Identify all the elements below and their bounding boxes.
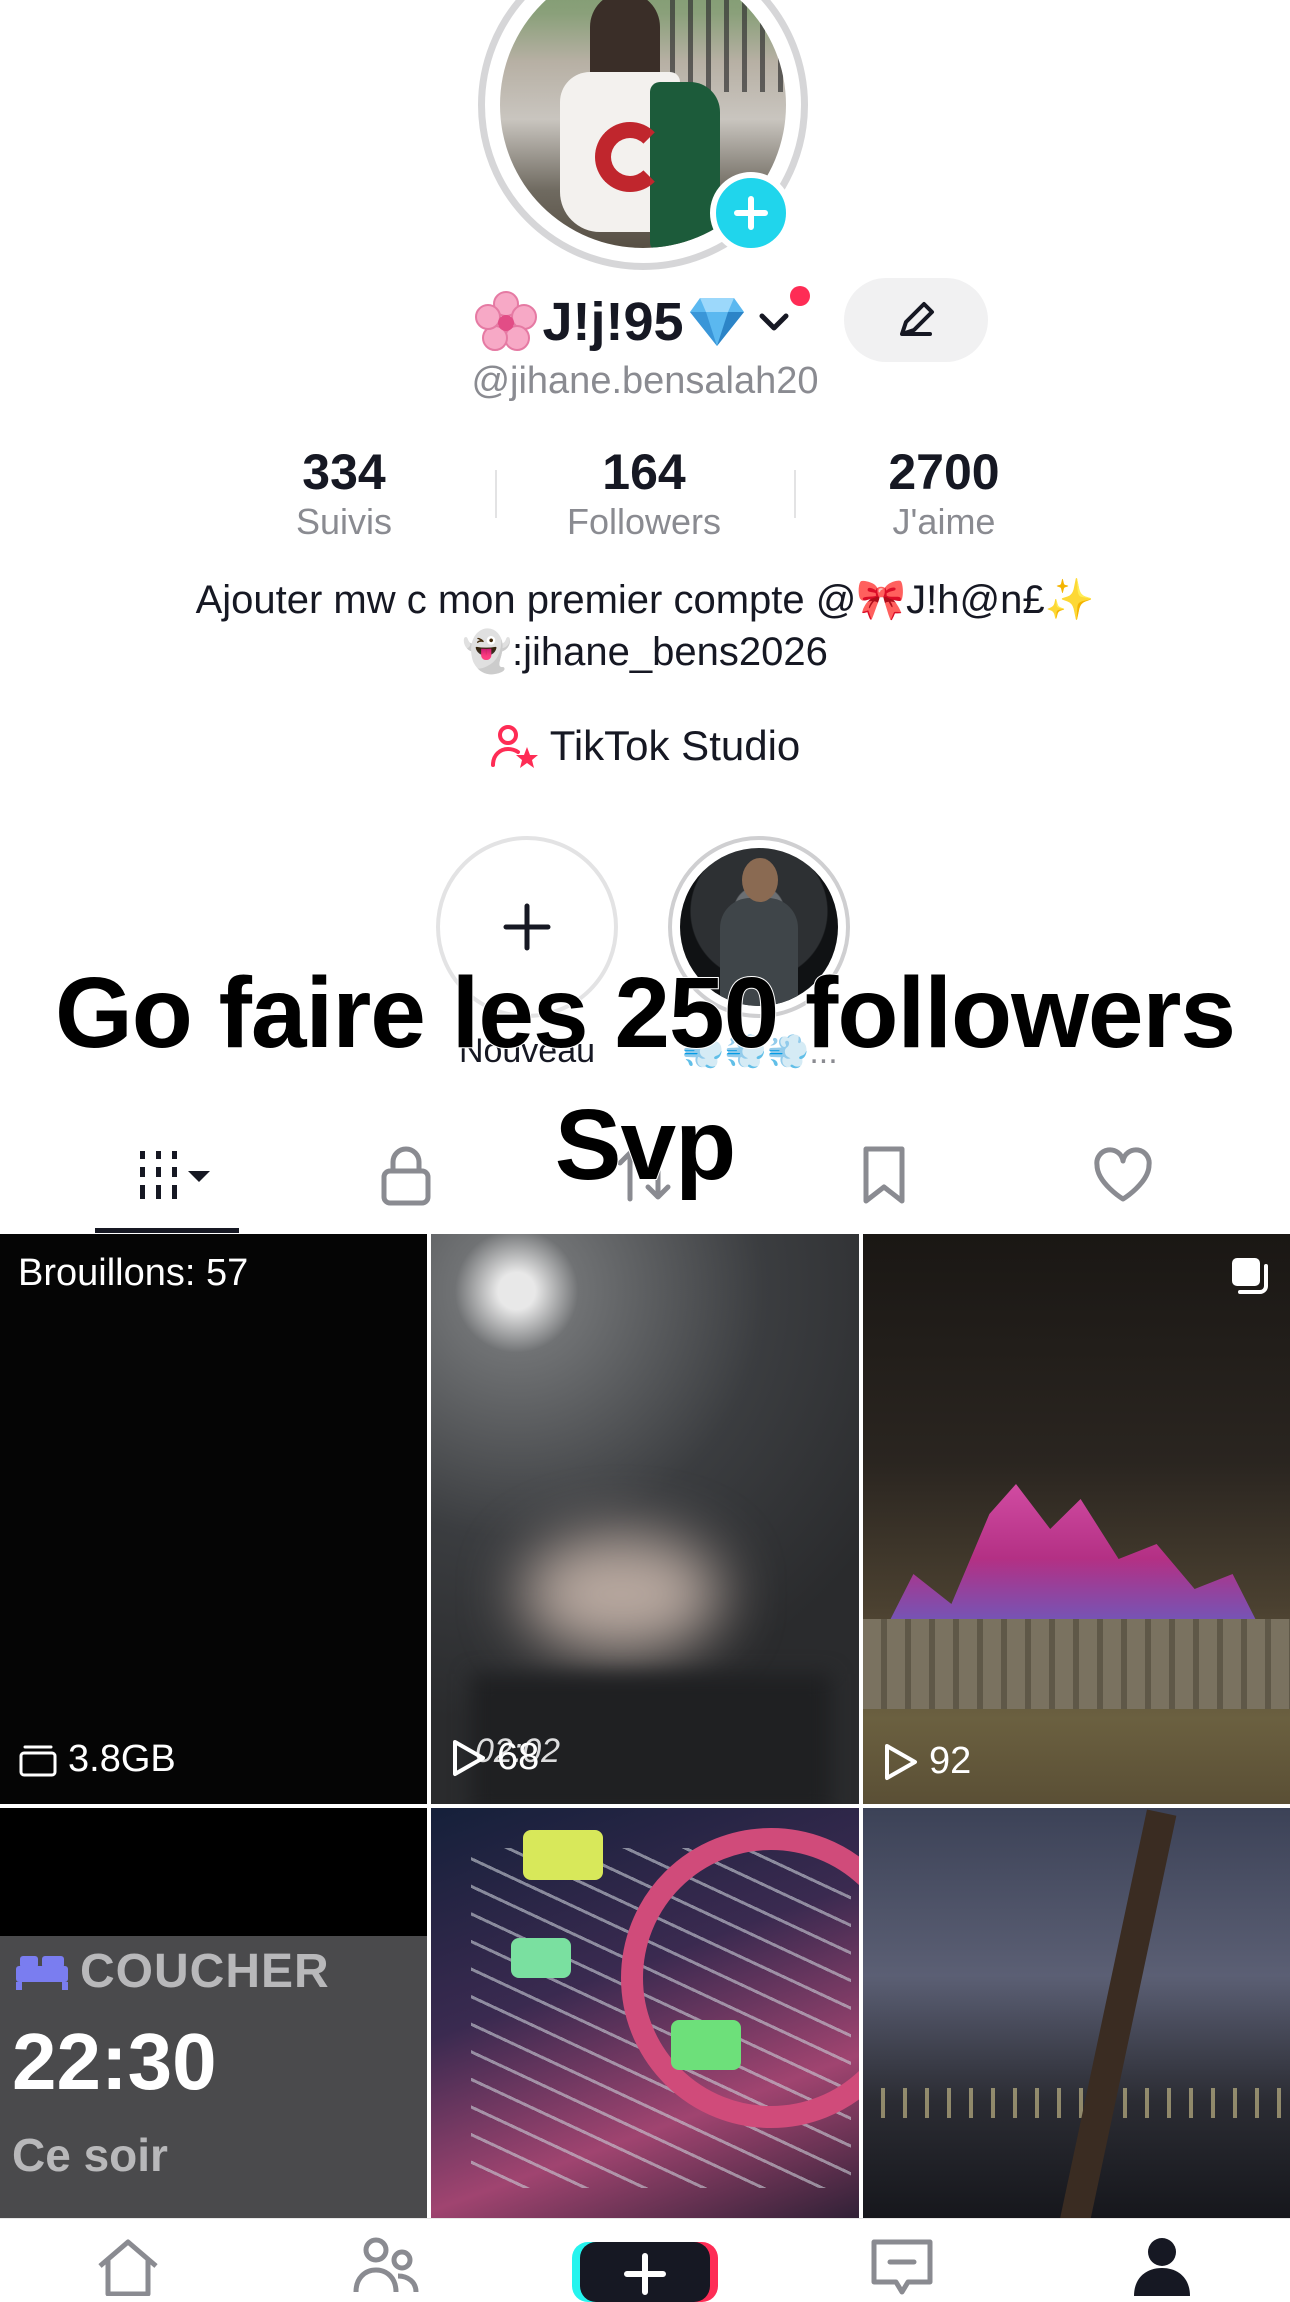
home-icon [98, 2239, 158, 2297]
name-row: J!j!95 [0, 282, 1290, 362]
plus-icon [503, 903, 551, 951]
display-name: J!j!95 [542, 292, 684, 352]
view-count-value: 92 [929, 1740, 972, 1782]
stat-following[interactable]: 334 Suivis [224, 444, 464, 544]
notification-dot [790, 286, 810, 306]
stat-value: 164 [602, 444, 686, 500]
stat-label: Followers [566, 501, 722, 542]
stat-value: 2700 [888, 444, 1000, 500]
stat-divider [495, 470, 497, 518]
alarm-label: COUCHER [80, 1945, 330, 1998]
add-avatar-button[interactable] [710, 172, 792, 254]
tiktok-studio-link[interactable]: TikTok Studio [0, 722, 1290, 770]
video-tile[interactable]: 68 02:02 [431, 1234, 859, 1804]
nav-create-button[interactable] [580, 2242, 710, 2302]
drafts-tile[interactable]: Brouillons: 57 3.8GB [0, 1234, 427, 1804]
bed-icon [16, 1956, 68, 1990]
video-tile[interactable] [431, 1808, 859, 2228]
multi-photo-icon [1232, 1258, 1268, 1294]
chevron-down-icon[interactable] [752, 300, 796, 344]
inbox-icon [871, 2239, 933, 2295]
username: @jihane.bensalah20 [471, 360, 819, 402]
stat-followers[interactable]: 164 Followers [524, 444, 764, 544]
plus-icon [734, 196, 768, 230]
alarm-subtitle: Ce soir [12, 2129, 168, 2181]
drafts-label: Brouillons: 57 [18, 1252, 249, 1294]
plus-icon [624, 2253, 666, 2295]
play-icon [885, 1743, 917, 1780]
alarm-time: 22:30 [12, 2017, 217, 2106]
view-count: 92 [881, 1740, 971, 1783]
nav-friends[interactable] [350, 2236, 422, 2301]
drafts-size: 3.8GB [68, 1738, 176, 1780]
pencil-icon [900, 302, 934, 336]
tab-active-indicator [95, 1228, 239, 1233]
drafts-size-badge: 3.8GB [18, 1738, 176, 1781]
nav-profile[interactable] [1130, 2236, 1194, 2301]
stat-divider [794, 470, 796, 518]
cherry-blossom-icon [475, 291, 538, 351]
overlay-caption: Go faire les 250 followers [54, 956, 1237, 1070]
video-timestamp: 02:02 [475, 1732, 561, 1770]
bio-line: Ajouter mw c mon premier compte @🎀J!h@n£… [195, 578, 1095, 622]
bio-line: 👻:jihane_bens2026 [462, 630, 828, 674]
overlay-caption: Svp [554, 1088, 737, 1202]
studio-label: TikTok Studio [549, 722, 801, 769]
profile-icon [1134, 2238, 1190, 2296]
display-name-group[interactable]: J!j!95 [474, 290, 795, 354]
video-tile[interactable]: COUCHER 22:30 Ce soir [0, 1808, 427, 2228]
friends-icon [353, 2237, 419, 2293]
stat-label: J'aime [892, 501, 996, 542]
stat-likes[interactable]: 2700 J'aime [824, 444, 1064, 544]
edit-profile-button[interactable] [844, 278, 988, 362]
video-tile[interactable]: 92 [863, 1234, 1290, 1804]
user-star-icon [490, 725, 538, 768]
nav-inbox[interactable] [868, 2236, 936, 2301]
nav-home[interactable] [92, 2236, 164, 2301]
storage-icon [19, 1745, 57, 1776]
stat-label: Suivis [295, 501, 393, 542]
video-tile[interactable] [863, 1808, 1290, 2228]
stat-value: 334 [302, 444, 386, 500]
gem-icon [689, 298, 744, 346]
